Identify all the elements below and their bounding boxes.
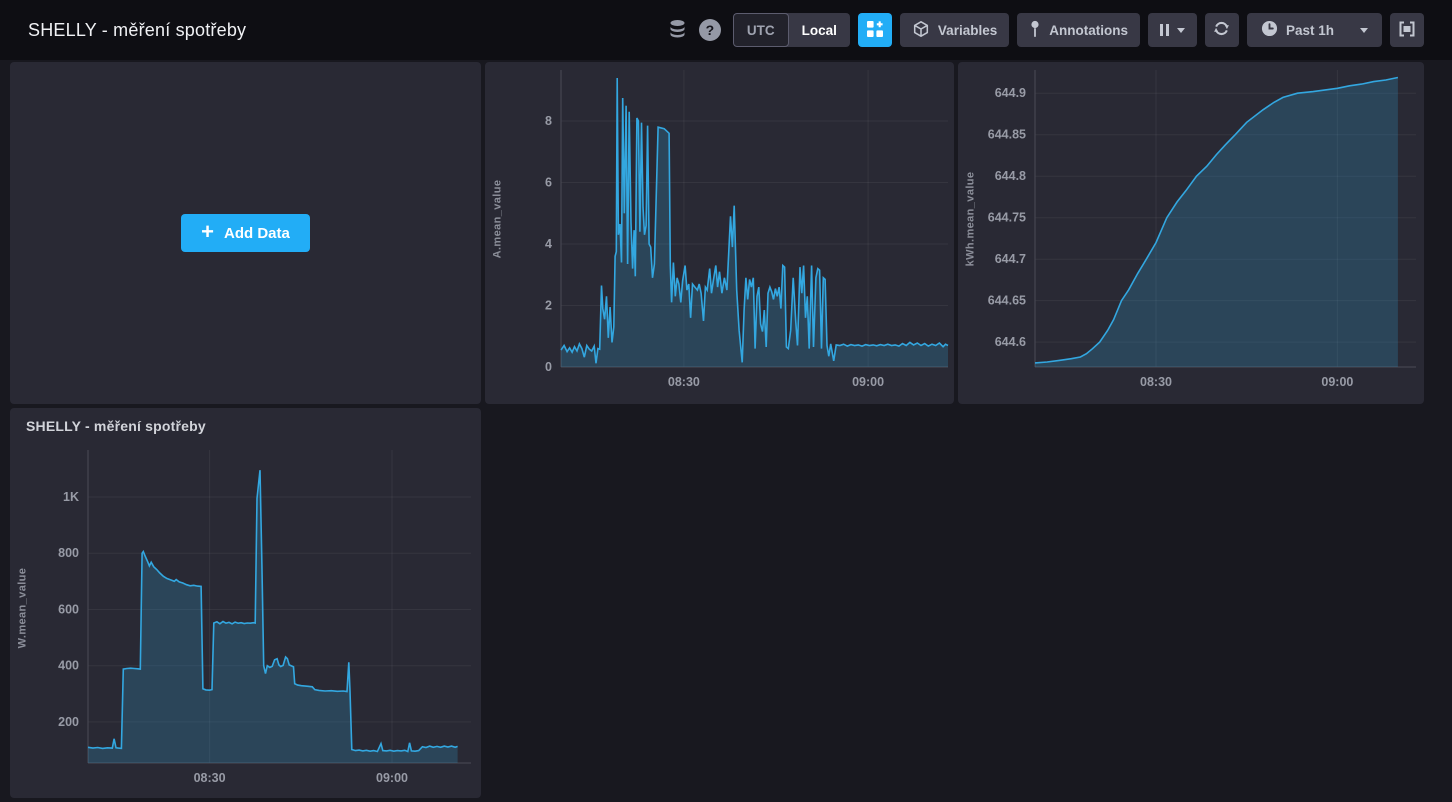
timezone-toggle[interactable]: UTC Local — [733, 13, 850, 47]
svg-text:09:00: 09:00 — [1321, 375, 1353, 389]
kwh-chart-panel: kWh.mean_value 644.6644.65644.7644.75644… — [958, 62, 1424, 404]
annotations-label: Annotations — [1049, 23, 1128, 38]
toolbar: ? UTC Local — [668, 13, 1424, 47]
watt-chart[interactable]: 200 400 600 800 1K 08:30 09:00 — [10, 434, 481, 798]
timezone-option-local[interactable]: Local — [789, 13, 850, 47]
pause-icon — [1160, 24, 1169, 36]
timezone-option-utc[interactable]: UTC — [733, 13, 789, 47]
time-range-dropdown[interactable]: Past 1h — [1247, 13, 1382, 47]
refresh-button[interactable] — [1205, 13, 1239, 47]
plus-icon: + — [201, 221, 214, 243]
amp-chart[interactable]: 0 2 4 6 8 08:30 09:00 — [485, 62, 954, 404]
annotation-pin-icon — [1029, 20, 1041, 41]
kwh-chart[interactable]: 644.6 644.65 644.7 644.75 644.8 644.85 644.9 08… — [958, 62, 1424, 404]
chevron-down-icon — [1177, 28, 1185, 37]
svg-text:644.6: 644.6 — [995, 335, 1026, 349]
svg-text:4: 4 — [545, 237, 552, 251]
variables-button[interactable]: Variables — [900, 13, 1009, 47]
svg-text:200: 200 — [58, 715, 79, 729]
svg-text:6: 6 — [545, 176, 552, 190]
add-cell-button[interactable] — [858, 13, 892, 47]
svg-text:08:30: 08:30 — [194, 771, 226, 785]
svg-text:08:30: 08:30 — [1140, 375, 1172, 389]
add-data-label: Add Data — [224, 225, 290, 242]
svg-text:600: 600 — [58, 603, 79, 617]
svg-text:644.65: 644.65 — [988, 294, 1026, 308]
svg-text:2: 2 — [545, 299, 552, 313]
header-bar: SHELLY - měření spotřeby ? UTC Local — [0, 0, 1452, 60]
cube-icon — [912, 20, 930, 41]
svg-text:644.9: 644.9 — [995, 86, 1026, 100]
dashboard-screen: SHELLY - měření spotřeby ? UTC Local — [0, 0, 1452, 802]
svg-text:0: 0 — [545, 360, 552, 374]
svg-text:09:00: 09:00 — [376, 771, 408, 785]
svg-text:644.85: 644.85 — [988, 128, 1026, 142]
watt-chart-panel: SHELLY - měření spotřeby W.mean_value 20… — [10, 408, 481, 798]
svg-text:09:00: 09:00 — [852, 375, 884, 389]
fullscreen-icon — [1397, 19, 1417, 42]
svg-text:400: 400 — [58, 659, 79, 673]
svg-text:8: 8 — [545, 114, 552, 128]
empty-cell-panel: + Add Data — [10, 62, 481, 404]
clock-icon — [1261, 20, 1278, 40]
pause-dropdown-button[interactable] — [1148, 13, 1197, 47]
variables-label: Variables — [938, 23, 997, 38]
annotations-button[interactable]: Annotations — [1017, 13, 1140, 47]
add-data-button[interactable]: + Add Data — [181, 214, 310, 252]
time-range-label: Past 1h — [1286, 23, 1334, 38]
svg-text:644.7: 644.7 — [995, 252, 1026, 266]
svg-text:644.75: 644.75 — [988, 211, 1026, 225]
help-icon[interactable]: ? — [699, 19, 721, 41]
add-cell-icon — [867, 21, 883, 40]
chevron-down-icon — [1360, 28, 1368, 37]
svg-text:644.8: 644.8 — [995, 169, 1026, 183]
amp-chart-panel: A.mean_value 0246808:3009:00 — [485, 62, 954, 404]
fullscreen-button[interactable] — [1390, 13, 1424, 47]
cell-title[interactable]: SHELLY - měření spotřeby — [26, 418, 206, 434]
svg-text:800: 800 — [58, 546, 79, 560]
svg-text:1K: 1K — [63, 490, 79, 504]
dashboard-title: SHELLY - měření spotřeby — [28, 20, 246, 41]
svg-text:08:30: 08:30 — [668, 375, 700, 389]
database-icon[interactable] — [668, 19, 687, 41]
refresh-icon — [1212, 19, 1231, 41]
